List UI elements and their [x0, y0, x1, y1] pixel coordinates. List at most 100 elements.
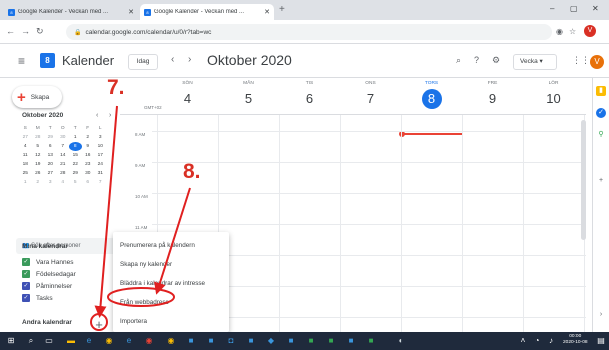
mini-day[interactable]: 6	[82, 178, 95, 187]
day-number[interactable]: 10	[544, 89, 564, 109]
day-header[interactable]: SÖN 4	[157, 78, 218, 109]
mini-day[interactable]: 4	[19, 142, 32, 151]
grid-scrollbar[interactable]	[581, 120, 586, 240]
app-icon[interactable]: ■	[306, 336, 316, 346]
mini-day[interactable]: 10	[94, 142, 107, 151]
edge-icon[interactable]: e	[84, 336, 94, 346]
ie-icon[interactable]: e	[124, 336, 134, 346]
keep-icon[interactable]: ▮	[596, 86, 606, 96]
mini-day[interactable]: 18	[19, 160, 32, 169]
main-menu-icon[interactable]: ≡	[18, 54, 25, 68]
day-header[interactable]: TORS 8	[401, 78, 462, 109]
app-icon[interactable]: ■	[366, 336, 376, 346]
mini-day[interactable]: 1	[19, 178, 32, 187]
network-icon[interactable]: ◔	[532, 336, 542, 346]
day-header[interactable]: LÖR 10	[523, 78, 584, 109]
taskbar-search-icon[interactable]: ⌕	[26, 336, 36, 346]
next-week-button[interactable]: ›	[188, 54, 191, 65]
mini-day[interactable]: 7	[94, 178, 107, 187]
calendar-list-item[interactable]: ✓ Vara Hannes	[22, 258, 73, 266]
extension-icon[interactable]: ◉	[556, 27, 563, 36]
add-addon-icon[interactable]: +	[596, 176, 606, 186]
new-tab-button[interactable]: +	[279, 4, 285, 15]
url-input[interactable]: 🔒 calendar.google.com/calendar/u/0/r?tab…	[66, 24, 552, 40]
help-icon[interactable]: ?	[474, 55, 479, 65]
account-avatar[interactable]: V	[590, 55, 604, 69]
mini-day[interactable]: 3	[94, 133, 107, 142]
mini-day[interactable]: 30	[82, 169, 95, 178]
expand-panel-icon[interactable]: ›	[596, 310, 606, 320]
mini-day[interactable]: 2	[32, 178, 45, 187]
view-selector[interactable]: Vecka ▾	[513, 54, 557, 70]
mini-day[interactable]: 30	[57, 133, 70, 142]
app-icon[interactable]: ◉	[166, 336, 176, 346]
back-arrow-icon[interactable]: ←	[6, 26, 15, 36]
browser-tab[interactable]: 8 Google Kalender - Veckan med ... ✕	[4, 4, 138, 20]
day-number[interactable]: 7	[361, 89, 381, 109]
app-icon[interactable]: ◘	[226, 336, 236, 346]
day-header[interactable]: FRE 9	[462, 78, 523, 109]
app-icon[interactable]: ◐	[396, 336, 406, 346]
app-icon[interactable]: ■	[186, 336, 196, 346]
bookmark-star-icon[interactable]: ☆	[569, 27, 576, 36]
tray-chevron-icon[interactable]: ˄	[518, 336, 528, 346]
file-explorer-icon[interactable]: ▬	[66, 336, 76, 346]
mini-day[interactable]: 27	[19, 133, 32, 142]
day-number[interactable]: 6	[300, 89, 320, 109]
mini-day[interactable]: 28	[32, 133, 45, 142]
app-icon[interactable]: ■	[326, 336, 336, 346]
my-calendars-title[interactable]: Mina kalendrar	[22, 243, 68, 250]
close-tab-icon[interactable]: ✕	[128, 8, 134, 16]
mini-day[interactable]: 13	[44, 151, 57, 160]
search-icon[interactable]: ⌕	[456, 55, 461, 66]
checkbox-icon[interactable]: ✓	[22, 282, 30, 290]
menu-item-browse[interactable]: Bläddra i kalendrar av intresse	[113, 274, 229, 293]
app-icon[interactable]: ■	[286, 336, 296, 346]
day-number[interactable]: 8	[421, 89, 442, 109]
create-button[interactable]: + Skapa	[12, 86, 62, 108]
mini-day[interactable]: 2	[82, 133, 95, 142]
checkbox-icon[interactable]: ✓	[22, 270, 30, 278]
mini-day[interactable]: 6	[44, 142, 57, 151]
day-header[interactable]: MÅN 5	[218, 78, 279, 109]
mini-next-icon[interactable]: ›	[109, 112, 111, 119]
calendar-list-item[interactable]: ✓ Födelsedagar	[22, 270, 76, 278]
browser-tab-active[interactable]: 8 Google Kalender - Veckan med ... ✕	[140, 4, 274, 20]
close-window-button[interactable]: ✕	[592, 4, 599, 13]
mini-day[interactable]: 20	[44, 160, 57, 169]
mini-day[interactable]: 16	[82, 151, 95, 160]
calendar-list-item[interactable]: ✓ Tasks	[22, 294, 53, 302]
menu-item-from-url[interactable]: Från webbadress	[113, 293, 229, 312]
menu-item-subscribe[interactable]: Prenumerera på kalendern	[113, 236, 229, 255]
reload-icon[interactable]: ↻	[36, 26, 44, 37]
add-other-calendar-button[interactable]: +	[92, 318, 106, 332]
task-view-icon[interactable]: ▭	[44, 336, 54, 346]
mini-prev-icon[interactable]: ‹	[96, 112, 98, 119]
other-calendars-title[interactable]: Andra kalendrar	[22, 319, 72, 326]
calendar-list-item[interactable]: ✓ Påminnelser	[22, 282, 72, 290]
mini-day[interactable]: 29	[69, 169, 82, 178]
forward-arrow-icon[interactable]: →	[21, 26, 30, 36]
mini-day[interactable]: 15	[69, 151, 82, 160]
menu-item-import[interactable]: Importera	[113, 312, 229, 331]
windows-start-icon[interactable]: ⊞	[6, 336, 16, 346]
today-button[interactable]: Idag	[128, 54, 158, 70]
mini-day[interactable]: 29	[44, 133, 57, 142]
mini-day[interactable]: 11	[19, 151, 32, 160]
maximize-button[interactable]: ▢	[570, 4, 578, 13]
day-header[interactable]: ONS 7	[340, 78, 401, 109]
mini-day[interactable]: 14	[57, 151, 70, 160]
mini-day[interactable]: 31	[94, 169, 107, 178]
menu-item-create-new[interactable]: Skapa ny kalender	[113, 255, 229, 274]
mini-day[interactable]: 19	[32, 160, 45, 169]
mini-day[interactable]: 28	[57, 169, 70, 178]
mini-day[interactable]: 4	[57, 178, 70, 187]
apps-grid-icon[interactable]: ⋮⋮	[572, 55, 590, 66]
day-number[interactable]: 5	[239, 89, 259, 109]
close-tab-icon[interactable]: ✕	[264, 8, 270, 16]
app-icon[interactable]: ■	[346, 336, 356, 346]
browser-profile-avatar[interactable]: V	[584, 25, 596, 37]
maps-icon[interactable]: ⚲	[596, 130, 606, 140]
mini-day[interactable]: 5	[69, 178, 82, 187]
settings-gear-icon[interactable]: ⚙	[492, 55, 500, 66]
